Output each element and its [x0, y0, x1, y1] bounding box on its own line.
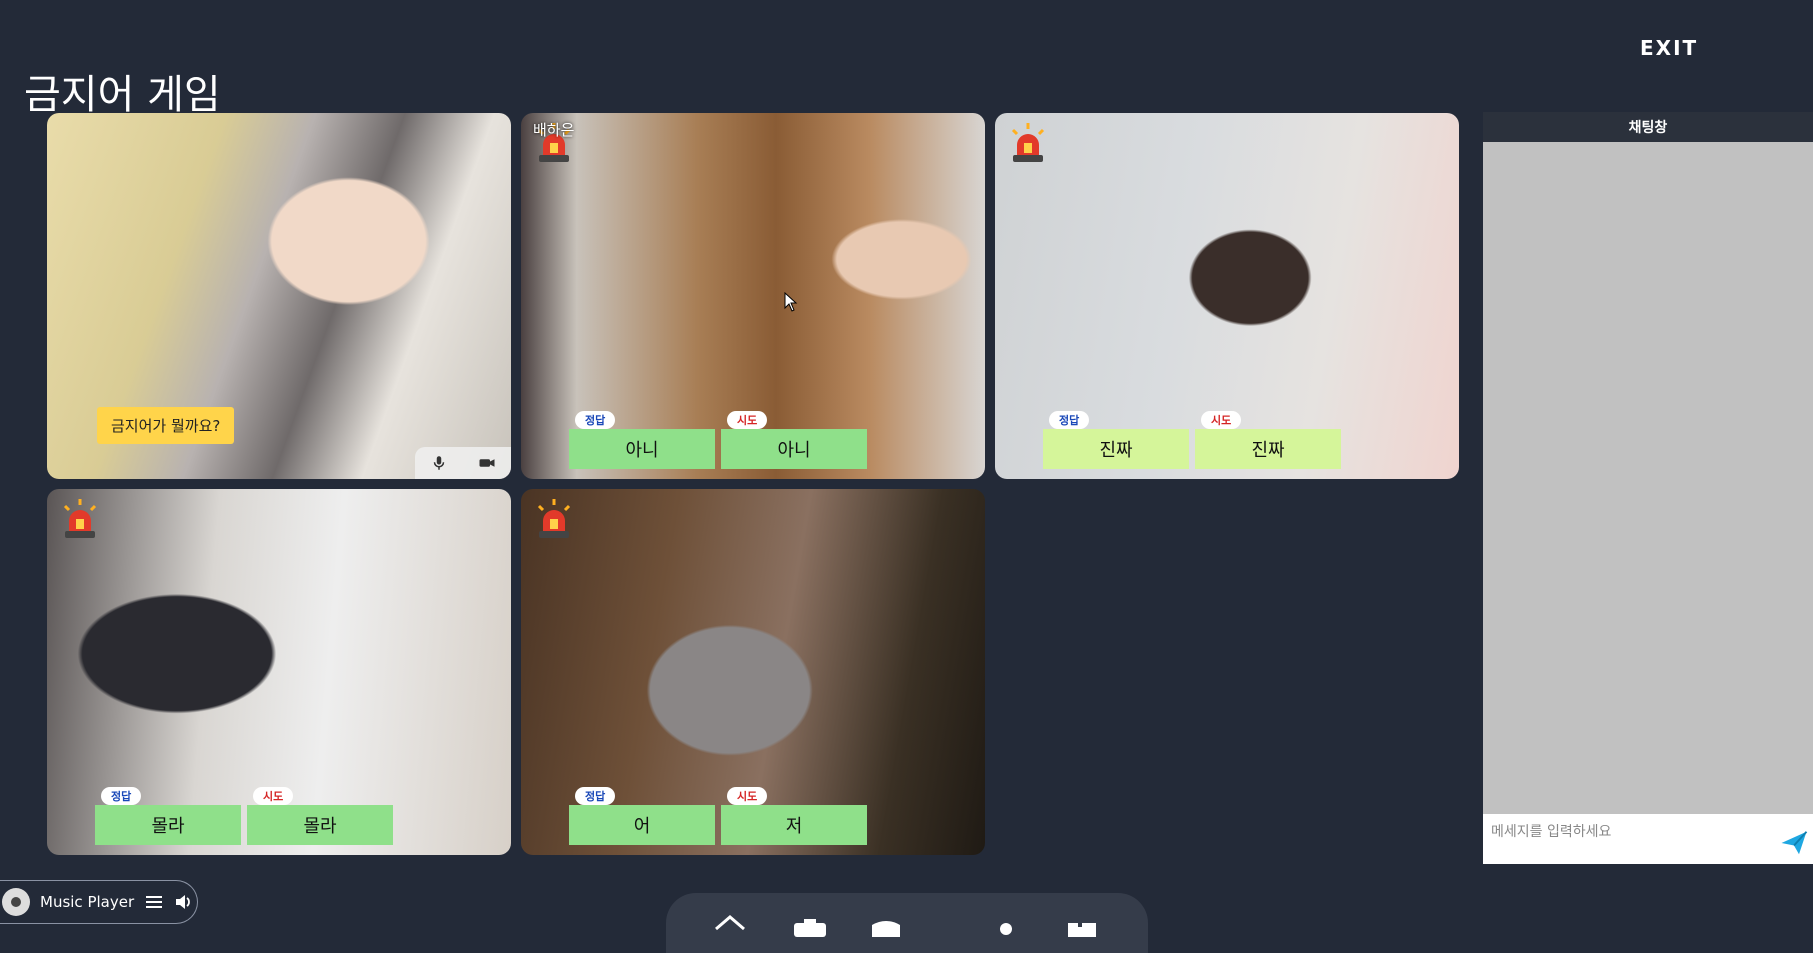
bottom-nav [666, 893, 1148, 953]
music-player[interactable]: Music Player [0, 880, 198, 924]
attempt-answer-group: 진짜 시도 [1195, 411, 1341, 469]
chat-input[interactable] [1489, 818, 1763, 846]
video-tile-4: 몰라 정답 몰라 시도 [47, 489, 511, 855]
send-icon[interactable] [1779, 828, 1809, 858]
attempt-answer: 진짜 [1195, 429, 1341, 469]
camera-icon[interactable] [790, 913, 830, 937]
video-tile-1: 금지어가 뭘까요? [47, 113, 511, 479]
correct-answer-group: 아니 정답 [569, 411, 715, 469]
attempt-answer: 아니 [721, 429, 867, 469]
music-disc-icon [2, 888, 30, 916]
attempt-answer-group: 아니 시도 [721, 411, 867, 469]
attempt-tag: 시도 [1201, 411, 1242, 429]
game-icon[interactable] [866, 913, 906, 937]
participant-name: 배하은 [533, 121, 575, 139]
correct-tag: 정답 [575, 411, 616, 429]
correct-answer: 진짜 [1043, 429, 1189, 469]
siren-icon [537, 499, 571, 538]
attempt-answer: 몰라 [247, 805, 393, 845]
media-controls [415, 447, 511, 479]
music-note-icon[interactable] [1058, 913, 1098, 937]
correct-answer-group: 몰라 정답 [95, 787, 241, 845]
video-tile-5: 어 정답 저 시도 [521, 489, 985, 855]
home-icon[interactable] [710, 913, 750, 937]
video-tile-3: 진짜 정답 진짜 시도 [995, 113, 1459, 479]
attempt-tag: 시도 [727, 411, 768, 429]
correct-answer-group: 어 정답 [569, 787, 715, 845]
siren-icon [63, 499, 97, 538]
music-player-label: Music Player [40, 893, 135, 911]
correct-answer: 어 [569, 805, 715, 845]
correct-answer-group: 진짜 정답 [1043, 411, 1189, 469]
page-title: 금지어 게임 [24, 72, 221, 118]
video-tile-2: 배하은 아니 정답 아니 시도 [521, 113, 985, 479]
correct-answer: 몰라 [95, 805, 241, 845]
microphone-nav-icon[interactable] [986, 913, 1026, 937]
attempt-answer-group: 몰라 시도 [247, 787, 393, 845]
correct-tag: 정답 [1049, 411, 1090, 429]
attempt-tag: 시도 [727, 787, 768, 805]
attempt-tag: 시도 [253, 787, 294, 805]
exit-button[interactable]: EXIT [1640, 36, 1698, 60]
correct-tag: 정답 [575, 787, 616, 805]
mouse-cursor-icon [784, 292, 798, 312]
chat-title: 채팅창 [1483, 112, 1813, 142]
chat-input-bar [1483, 814, 1813, 864]
question-prompt: 금지어가 뭘까요? [97, 407, 235, 444]
video-camera-icon[interactable] [478, 454, 496, 472]
volume-icon[interactable] [174, 892, 194, 912]
chat-panel: 채팅창 [1483, 112, 1813, 864]
microphone-icon[interactable] [430, 454, 448, 472]
siren-icon [1011, 123, 1045, 162]
correct-tag: 정답 [101, 787, 142, 805]
attempt-answer: 저 [721, 805, 867, 845]
correct-answer: 아니 [569, 429, 715, 469]
menu-icon[interactable] [144, 892, 164, 912]
chat-messages [1483, 142, 1813, 814]
attempt-answer-group: 저 시도 [721, 787, 867, 845]
